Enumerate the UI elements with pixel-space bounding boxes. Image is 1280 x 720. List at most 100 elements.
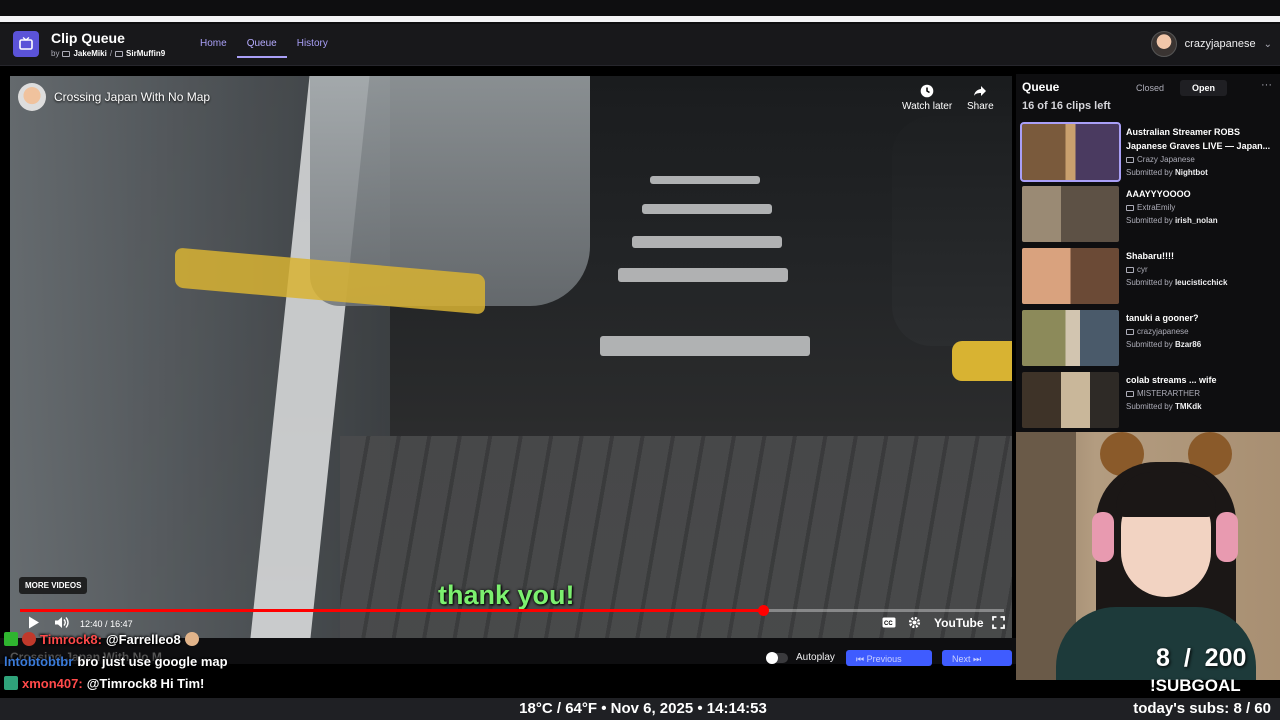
browser-top-strip	[0, 0, 1280, 24]
clip-icon	[1126, 328, 1134, 335]
autoplay-toggle[interactable]: Autoplay	[766, 651, 835, 664]
youtube-logo[interactable]: YouTube	[934, 616, 984, 630]
tab-open[interactable]: Open	[1180, 80, 1228, 96]
clip-thumbnail[interactable]	[1022, 310, 1119, 366]
watch-later-label: Watch later	[902, 101, 953, 112]
queue-title: Queue	[1022, 80, 1060, 94]
autoplay-switch[interactable]	[766, 651, 788, 664]
queue-clip[interactable]: AAAYYYOOOO ExtraEmily Submitted by irish…	[1022, 186, 1278, 242]
queue-clip[interactable]: colab streams ... wife MISTERARTHER Subm…	[1022, 372, 1278, 428]
clip-title[interactable]: tanuki a gooner?	[1126, 311, 1276, 325]
clip-submitter: Submitted by Bzar86	[1126, 340, 1202, 349]
chat-username[interactable]: Timrock8:	[40, 632, 102, 647]
channel-avatar[interactable]	[18, 83, 46, 111]
clip-title[interactable]: Shabaru!!!!	[1126, 249, 1276, 263]
clip-title[interactable]: colab streams ... wife	[1126, 373, 1276, 387]
subgoal-target: 200	[1204, 644, 1247, 672]
top-divider	[0, 16, 1280, 22]
subgoal-counter: 8 / 200	[1156, 644, 1246, 673]
chevron-down-icon: ⌄	[1263, 38, 1272, 50]
previous-button[interactable]: ⏮ Previous	[846, 650, 932, 666]
share-button[interactable]: Share	[967, 84, 994, 112]
next-icon: ⏭	[973, 654, 982, 664]
app-title: Clip Queue	[51, 30, 125, 46]
chat-text: @Farrelleo8	[105, 631, 181, 647]
github-icon	[62, 50, 71, 57]
video-player[interactable]: Crossing Japan With No Map Watch later S…	[10, 76, 1012, 638]
queue-panel: Queue 16 of 16 clips left Closed Open ··…	[1016, 74, 1280, 432]
queue-clip[interactable]: tanuki a gooner? crazyjapanese Submitted…	[1022, 310, 1278, 366]
scene-parking-bumper-2	[952, 341, 1012, 381]
nav-home[interactable]: Home	[190, 24, 237, 66]
clip-channel: cyr	[1126, 265, 1148, 274]
todays-subs: today's subs: 8 / 60	[1133, 700, 1271, 717]
subgoal-label: !SUBGOAL	[1150, 676, 1241, 695]
author-link-1[interactable]: JakeMiki	[73, 49, 106, 58]
weather-date-time: 18°C / 64°F • Nov 6, 2025 • 14:14:53	[519, 700, 767, 717]
author-link-2[interactable]: SirMuffin9	[126, 49, 165, 58]
next-button[interactable]: Next ⏭	[942, 650, 1012, 666]
clip-submitter: Submitted by Nightbot	[1126, 168, 1208, 177]
app-logo-icon[interactable]	[13, 31, 39, 57]
clip-title[interactable]: Australian Streamer ROBS Japanese Graves…	[1126, 125, 1276, 153]
user-badge-icon	[4, 676, 18, 690]
progress-bar[interactable]	[20, 605, 1004, 616]
chat-text: @Timrock8 Hi Tim!	[86, 675, 205, 691]
chat-username[interactable]: xmon407:	[22, 676, 83, 691]
headset-right	[1216, 512, 1238, 562]
progress-fill	[20, 609, 763, 612]
app-header: Clip Queue by JakeMiki / SirMuffin9 Home…	[0, 24, 1280, 66]
user-badge-icon	[22, 632, 36, 646]
clip-title[interactable]: AAAYYYOOOO	[1126, 187, 1276, 201]
nav-history[interactable]: History	[287, 24, 338, 66]
clip-thumbnail[interactable]	[1022, 248, 1119, 304]
chat-overlay: Timrock8: @Farrelleo8 lntobtobtbr bro ju…	[4, 628, 524, 694]
next-label: Next	[952, 654, 971, 664]
chat-message: xmon407: @Timrock8 Hi Tim!	[4, 672, 524, 694]
info-bar: 18°C / 64°F • Nov 6, 2025 • 14:14:53 tod…	[0, 698, 1280, 720]
clip-thumbnail[interactable]	[1022, 186, 1119, 242]
previous-label: Previous	[866, 654, 902, 664]
clip-channel: MISTERARTHER	[1126, 389, 1200, 398]
chat-username[interactable]: lntobtobtbr	[4, 654, 73, 669]
tab-closed[interactable]: Closed	[1124, 80, 1176, 96]
chat-message: lntobtobtbr bro just use google map	[4, 650, 524, 672]
progress-knob[interactable]	[757, 605, 769, 616]
webcam-feed	[1016, 432, 1280, 680]
check-badge-icon	[4, 632, 18, 646]
cam-bangs	[1116, 472, 1216, 517]
captions-icon[interactable]: CC	[882, 617, 896, 630]
clip-icon	[1126, 390, 1134, 397]
nav-queue[interactable]: Queue	[236, 24, 287, 66]
author-separator: /	[109, 49, 113, 58]
clips-left-count: 16 of 16 clips left	[1022, 100, 1111, 112]
queue-clip[interactable]: Shabaru!!!! cyr Submitted by leucisticch…	[1022, 248, 1278, 304]
autoplay-label: Autoplay	[796, 652, 835, 663]
author-line: by JakeMiki / SirMuffin9	[51, 49, 165, 58]
clip-submitter: Submitted by irish_nolan	[1126, 216, 1218, 225]
settings-gear-icon[interactable]	[908, 616, 921, 631]
subgoal-current: 8	[1156, 644, 1170, 672]
clip-thumbnail[interactable]	[1020, 122, 1121, 182]
share-icon	[974, 86, 987, 96]
by-label: by	[51, 49, 60, 58]
clip-icon	[1126, 204, 1134, 211]
clip-thumbnail[interactable]	[1022, 372, 1119, 428]
video-title-row[interactable]: Crossing Japan With No Map	[18, 83, 210, 111]
chat-icon	[115, 50, 124, 57]
fullscreen-icon[interactable]	[992, 616, 1005, 631]
subtitle-caption: thank you!	[438, 580, 575, 610]
scene-dark-car	[892, 116, 1012, 346]
clip-icon	[1126, 156, 1134, 163]
more-videos-button[interactable]: MORE VIDEOS	[19, 577, 88, 594]
share-label: Share	[967, 101, 994, 112]
clip-submitter: Submitted by leucisticchick	[1126, 278, 1228, 287]
watch-later-button[interactable]: Watch later	[902, 84, 952, 112]
queue-clip[interactable]: Australian Streamer ROBS Japanese Graves…	[1020, 122, 1278, 182]
video-title[interactable]: Crossing Japan With No Map	[54, 90, 210, 104]
more-options-icon[interactable]: ···	[1261, 79, 1272, 91]
chat-message: Timrock8: @Farrelleo8	[4, 628, 524, 650]
queue-tabs: Closed Open	[1124, 80, 1228, 96]
user-menu[interactable]: crazyjapanese ⌄	[1150, 31, 1272, 57]
clock-icon	[920, 84, 934, 98]
